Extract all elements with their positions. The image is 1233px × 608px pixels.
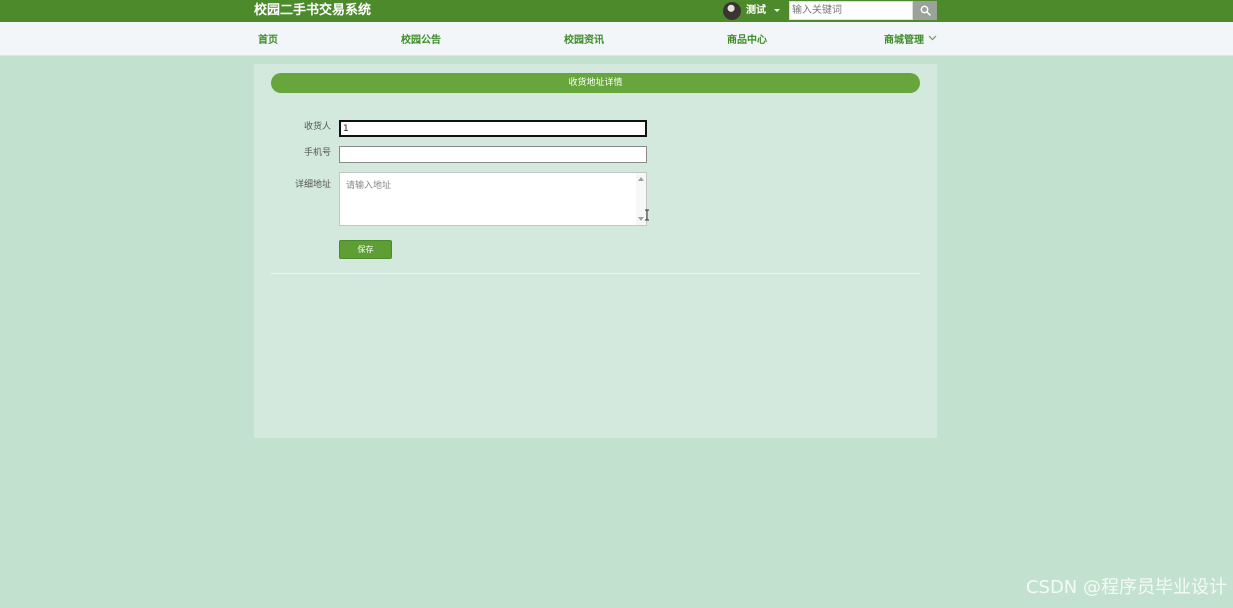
search-icon (920, 5, 931, 16)
address-textarea[interactable] (340, 173, 636, 225)
nav-item-home[interactable]: 首页 (258, 34, 278, 48)
top-bar: 校园二手书交易系统 测试 (0, 0, 1233, 22)
user-avatar[interactable] (723, 2, 741, 20)
caret-down-icon[interactable] (774, 9, 780, 12)
nav-item-news[interactable]: 校园资讯 (564, 34, 604, 48)
address-textarea-box (339, 172, 647, 226)
username[interactable]: 测试 (746, 3, 766, 19)
search-input[interactable] (789, 1, 913, 20)
text-cursor-icon (645, 209, 649, 221)
address-detail-panel: 收货地址详情 收货人 手机号 详细地址 保存 (254, 64, 937, 438)
save-button[interactable]: 保存 (339, 240, 392, 259)
scroll-up-arrow-icon[interactable] (638, 177, 644, 181)
search-button[interactable] (913, 1, 937, 20)
main-nav: 首页 校园公告 校园资讯 商品中心 商城管理 (0, 22, 1233, 56)
phone-input[interactable] (339, 146, 647, 163)
address-label: 详细地址 (294, 180, 331, 190)
panel-title: 收货地址详情 (271, 73, 920, 93)
nav-item-products[interactable]: 商品中心 (727, 34, 767, 48)
watermark: CSDN @程序员毕业设计 (1025, 577, 1227, 598)
divider (271, 273, 920, 274)
chevron-down-icon[interactable] (928, 35, 937, 41)
recipient-input[interactable] (339, 120, 647, 137)
site-title[interactable]: 校园二手书交易系统 (254, 2, 371, 20)
nav-item-shop-management[interactable]: 商城管理 (884, 34, 924, 48)
recipient-label: 收货人 (303, 122, 331, 132)
nav-item-announcements[interactable]: 校园公告 (401, 34, 441, 48)
phone-label: 手机号 (303, 148, 331, 158)
